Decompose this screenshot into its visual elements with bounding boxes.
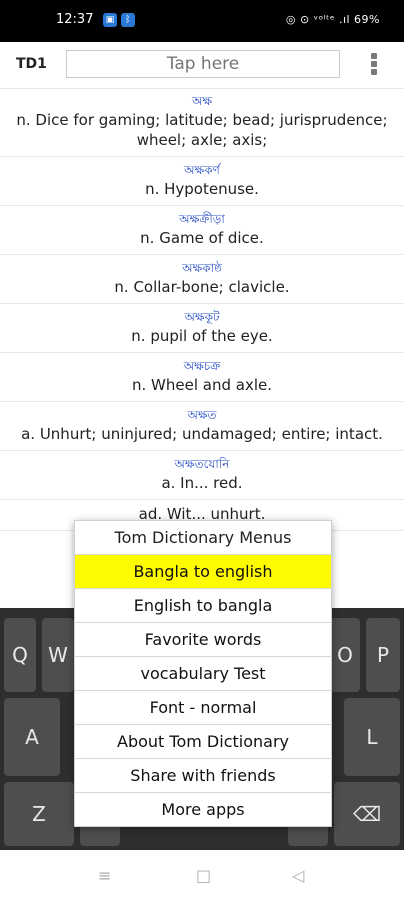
- key-p[interactable]: P: [366, 618, 400, 692]
- bangla-word: অক্ষ: [191, 94, 213, 108]
- back-icon[interactable]: ◁: [292, 866, 304, 885]
- english-meaning: n. Game of dice.: [140, 229, 264, 247]
- bangla-word: অক্ষক্রীড়া: [179, 212, 225, 226]
- list-item[interactable]: অক্ষক্রীড়া n. Game of dice.: [0, 206, 404, 255]
- menu-title: Tom Dictionary Menus: [75, 521, 331, 555]
- list-item[interactable]: অক্ষকূট n. pupil of the eye.: [0, 304, 404, 353]
- english-meaning: n. pupil of the eye.: [131, 327, 273, 345]
- bluetooth-icon: ᛒ: [121, 13, 135, 27]
- key-l[interactable]: L: [344, 698, 400, 776]
- list-item[interactable]: অক্ষচক্র n. Wheel and axle.: [0, 353, 404, 402]
- key-w[interactable]: W: [42, 618, 74, 692]
- key-o[interactable]: O: [330, 618, 360, 692]
- menu-item-more-apps[interactable]: More apps: [75, 793, 331, 826]
- key-z[interactable]: Z: [4, 782, 74, 846]
- list-item[interactable]: অক্ষতযোনি a. In... red.: [0, 451, 404, 500]
- overflow-menu-icon[interactable]: [366, 51, 382, 79]
- status-time: 12:37: [56, 12, 94, 27]
- key-q[interactable]: Q: [4, 618, 36, 692]
- bangla-word: অক্ষতযোনি: [174, 457, 230, 471]
- bangla-word: অক্ষকর্ণ: [184, 163, 220, 177]
- english-meaning: a. Unhurt; uninjured; undamaged; entire;…: [21, 425, 383, 443]
- menu-item-bangla-to-english[interactable]: Bangla to english: [75, 555, 331, 589]
- bangla-word: অক্ষকাষ্ঠ: [182, 261, 222, 275]
- list-item[interactable]: অক্ষ n. Dice for gaming; latitude; bead;…: [0, 88, 404, 157]
- menu-item-about[interactable]: About Tom Dictionary: [75, 725, 331, 759]
- popup-menu: Tom Dictionary Menus Bangla to english E…: [74, 520, 332, 827]
- status-right: ◎ ⊙ ᵛᵒˡᵗᵉ .ıl 69%: [285, 13, 380, 26]
- english-meaning: n. Wheel and axle.: [132, 376, 272, 394]
- status-bar: 12:37 ▣ ᛒ ◎ ⊙ ᵛᵒˡᵗᵉ .ıl 69%: [0, 0, 404, 42]
- key-a[interactable]: A: [4, 698, 60, 776]
- menu-item-vocabulary-test[interactable]: vocabulary Test: [75, 657, 331, 691]
- english-meaning: a. In... red.: [161, 474, 243, 492]
- navigation-bar: ≡ □ ◁: [0, 850, 404, 900]
- english-meaning: n. Collar-bone; clavicle.: [114, 278, 290, 296]
- list-item[interactable]: অক্ষকাষ্ঠ n. Collar-bone; clavicle.: [0, 255, 404, 304]
- bangla-word: অক্ষকূট: [184, 310, 220, 324]
- app-header: TD1: [0, 42, 404, 89]
- menu-item-share[interactable]: Share with friends: [75, 759, 331, 793]
- dictionary-list: অক্ষ n. Dice for gaming; latitude; bead;…: [0, 88, 404, 531]
- bangla-word: অক্ষচক্র: [183, 359, 221, 373]
- search-input[interactable]: [66, 50, 340, 78]
- english-meaning: n. Hypotenuse.: [145, 180, 259, 198]
- english-meaning: n. Dice for gaming; latitude; bead; juri…: [16, 111, 388, 149]
- backspace-icon[interactable]: ⌫: [334, 782, 400, 846]
- app-title: TD1: [16, 56, 47, 72]
- menu-item-favorite-words[interactable]: Favorite words: [75, 623, 331, 657]
- menu-item-english-to-bangla[interactable]: English to bangla: [75, 589, 331, 623]
- menu-item-font[interactable]: Font - normal: [75, 691, 331, 725]
- recents-icon[interactable]: ≡: [98, 866, 111, 885]
- bangla-word: অক্ষত: [187, 408, 217, 422]
- photo-icon: ▣: [103, 13, 117, 27]
- list-item[interactable]: অক্ষকর্ণ n. Hypotenuse.: [0, 157, 404, 206]
- home-icon[interactable]: □: [196, 866, 211, 885]
- list-item[interactable]: অক্ষত a. Unhurt; uninjured; undamaged; e…: [0, 402, 404, 451]
